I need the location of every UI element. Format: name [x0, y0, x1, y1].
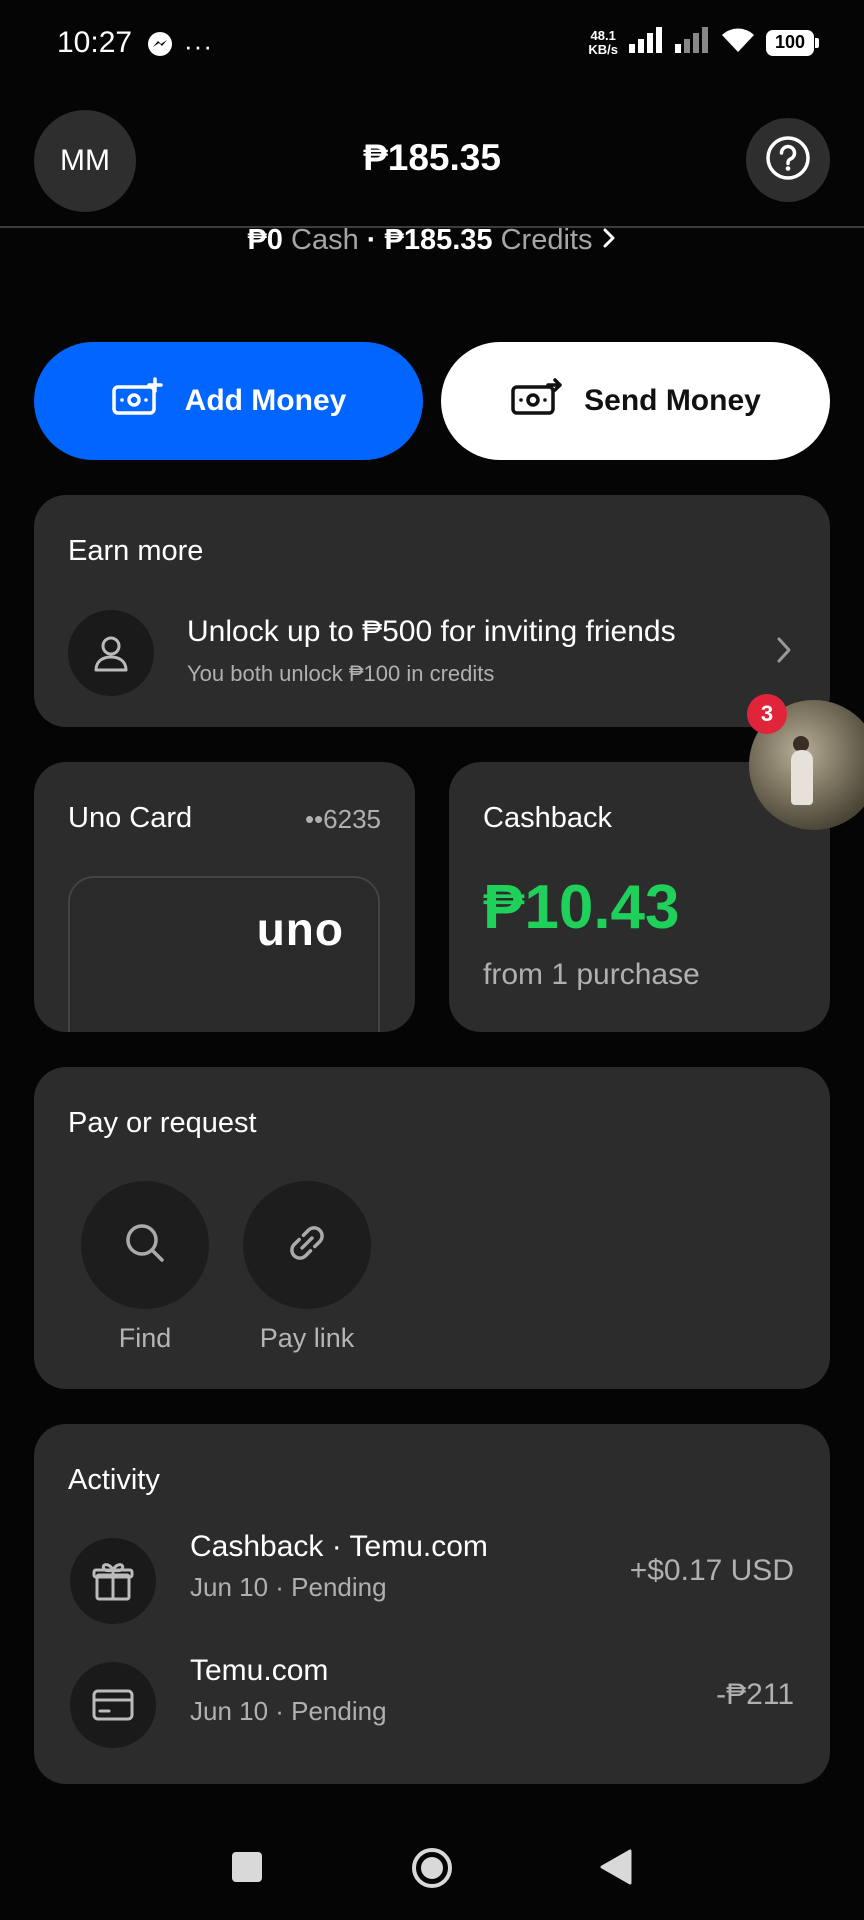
chevron-right-icon [601, 224, 617, 256]
credits-label: Credits [500, 224, 593, 256]
activity-amount: -₱211 [716, 1678, 794, 1711]
cashback-from: from 1 purchase [483, 958, 700, 991]
status-left-icons: ··· [146, 30, 213, 63]
earn-more-title: Earn more [68, 535, 204, 567]
more-notifications: ··· [184, 31, 213, 61]
search-icon [120, 1218, 170, 1273]
activity-row[interactable]: Cashback · Temu.com Jun 10 · Pending +$0… [34, 1530, 830, 1640]
cash-label: Cash [291, 224, 359, 256]
header-balance: ₱185.35 [363, 137, 501, 178]
home-button[interactable] [410, 1846, 454, 1895]
uno-card-title: Uno Card [68, 802, 193, 834]
help-button[interactable] [746, 118, 830, 202]
cashback-title: Cashback [483, 802, 612, 834]
status-time: 10:27 [57, 26, 133, 59]
activity-card: Activity Cashback · Temu.com Jun 10 · Pe… [34, 1424, 830, 1784]
add-money-button[interactable]: Add Money [34, 342, 423, 460]
earn-subtext: You both unlock ₱100 in credits [187, 661, 495, 686]
find-button[interactable] [81, 1181, 209, 1309]
signal-icon [628, 26, 664, 59]
net-speed: 48.1 KB/s [588, 27, 618, 57]
add-money-icon [111, 377, 163, 425]
gift-icon [70, 1538, 156, 1624]
back-button[interactable] [598, 1848, 632, 1891]
pay-or-request-card: Pay or request Find Pay link [34, 1067, 830, 1389]
system-nav-bar [0, 1820, 864, 1920]
cash-amount: ₱0 [247, 224, 283, 256]
cashback-amount: ₱10.43 [483, 873, 680, 942]
activity-amount: +$0.17 USD [629, 1554, 794, 1587]
pay-link-label: Pay link [259, 1323, 355, 1353]
credits-amount: ₱185.35 [384, 224, 493, 256]
net-speed-value: 48.1 [590, 27, 616, 43]
earn-headline: Unlock up to ₱500 for inviting friends [187, 615, 676, 648]
find-action[interactable]: Find [81, 1181, 209, 1354]
activity-meta: Jun 10 · Pending [190, 1696, 387, 1726]
send-money-button[interactable]: Send Money [441, 342, 830, 460]
activity-name: Temu.com [190, 1654, 329, 1687]
pay-title: Pay or request [68, 1107, 257, 1139]
pay-link-button[interactable] [243, 1181, 371, 1309]
uno-card[interactable]: Uno Card ••6235 uno [34, 762, 415, 1032]
send-money-label: Send Money [584, 384, 761, 417]
messenger-icon [146, 30, 174, 63]
uno-logo: uno [256, 903, 344, 955]
activity-meta: Jun 10 · Pending [190, 1572, 387, 1602]
chat-head-badge: 3 [747, 694, 787, 734]
recents-button[interactable] [230, 1850, 264, 1889]
card-icon [70, 1662, 156, 1748]
balance-breakdown[interactable]: ₱0 Cash · ₱185.35 Credits [0, 224, 864, 257]
separator: · [366, 224, 377, 256]
activity-row[interactable]: Temu.com Jun 10 · Pending -₱211 [34, 1654, 830, 1764]
activity-title: Activity [68, 1464, 160, 1496]
wifi-icon [720, 26, 756, 59]
net-speed-unit: KB/s [588, 41, 618, 57]
user-icon [68, 610, 154, 696]
battery-icon: 100 [766, 29, 819, 56]
pay-link-action[interactable]: Pay link [243, 1181, 371, 1354]
earn-more-card[interactable]: Earn more Unlock up to ₱500 for inviting… [34, 495, 830, 727]
help-icon [765, 135, 811, 186]
bubble-photo-figure [791, 750, 813, 805]
send-money-icon [510, 377, 562, 425]
activity-name: Cashback · Temu.com [190, 1530, 488, 1563]
add-money-label: Add Money [184, 384, 347, 417]
status-right-icons: 48.1 KB/s 100 [588, 26, 819, 59]
card-preview: uno [68, 876, 380, 1032]
chevron-right-icon [774, 635, 794, 670]
card-last4: ••6235 [304, 804, 381, 834]
signal-2-icon [674, 26, 710, 59]
link-icon [282, 1218, 332, 1273]
find-label: Find [118, 1323, 172, 1353]
status-bar: 10:27 ··· 48.1 KB/s 100 [0, 0, 864, 90]
